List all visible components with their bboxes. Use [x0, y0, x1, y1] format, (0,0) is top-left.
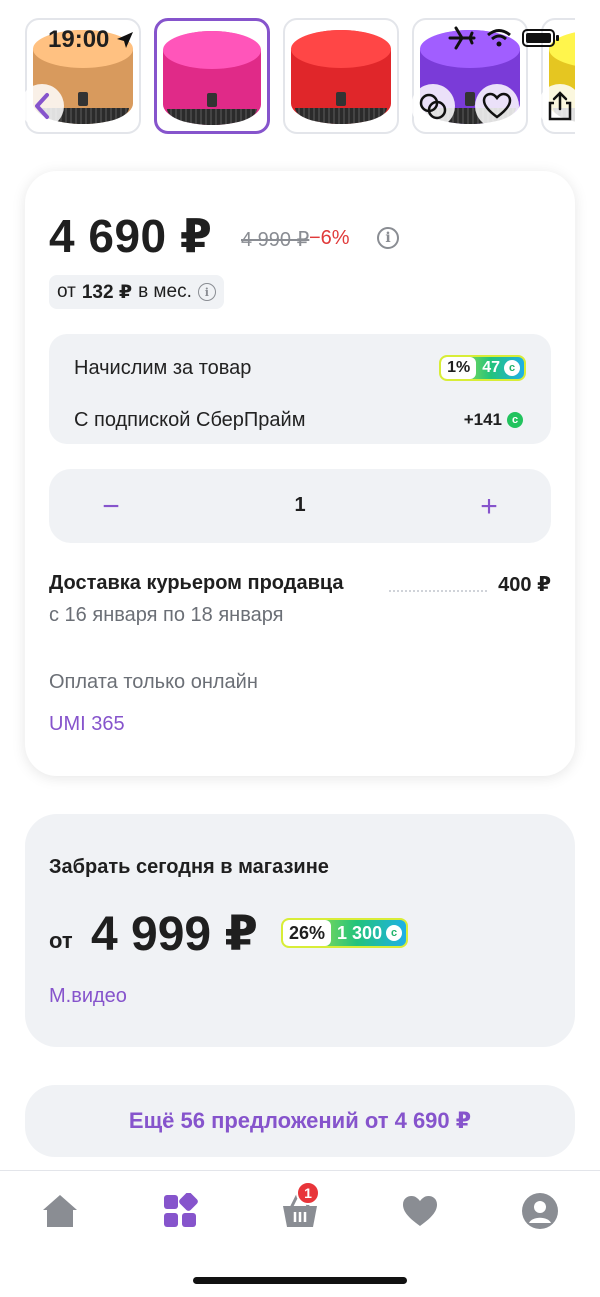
home-indicator [193, 1277, 407, 1284]
sber-coin-icon: c [386, 925, 403, 941]
tab-catalog[interactable] [158, 1189, 202, 1233]
heart-icon [403, 1196, 437, 1226]
status-time: 19:00 [48, 26, 135, 54]
store-price: 4 999 ₽ [91, 908, 258, 961]
price-info-icon[interactable]: i [377, 227, 399, 249]
current-price: 4 690 ₽ [49, 210, 213, 262]
bonus-accrual-label: Начислим за товар [74, 357, 252, 379]
speaker-image [291, 30, 391, 124]
bonus-value: 47 [482, 359, 500, 376]
tab-home[interactable] [38, 1189, 82, 1233]
installment-prefix: от [57, 281, 76, 302]
bonus-box: Начислим за товар 1% 47 c С подпиской Сбе… [49, 334, 551, 444]
airplane-icon [448, 26, 476, 50]
wifi-icon [487, 29, 511, 47]
quantity-increase-button[interactable]: + [467, 485, 511, 529]
chevron-left-icon [35, 93, 49, 119]
quantity-stepper: − 1 + [49, 469, 551, 543]
home-icon [43, 1195, 77, 1227]
subscription-label: С подпиской СберПрайм [74, 409, 306, 431]
sber-coin-icon: c [507, 412, 523, 428]
bonus-percent: 1% [441, 357, 477, 379]
discount-badge: −6% [309, 227, 350, 249]
tab-profile[interactable] [518, 1189, 562, 1233]
price-card: 4 690 ₽ 4 990 ₽ −6% i от 132 ₽ в мес. i … [25, 171, 575, 776]
cart-badge: 1 [296, 1181, 320, 1205]
favorite-button[interactable] [475, 84, 519, 128]
profile-icon [522, 1193, 558, 1229]
share-icon [548, 91, 572, 121]
delivery-price: 400 ₽ [498, 574, 551, 596]
store-bonus-value: 1 300 [337, 922, 383, 943]
thumbnail[interactable] [283, 18, 399, 134]
location-arrow-icon [117, 32, 134, 48]
status-time-text: 19:00 [48, 26, 110, 53]
delivery-dates: с 16 января по 18 января [49, 604, 284, 626]
catalog-icon [164, 1193, 198, 1227]
compare-icon [419, 93, 447, 120]
old-price: 4 990 ₽ [241, 229, 310, 251]
speaker-image [163, 31, 261, 125]
sber-coin-icon: c [504, 360, 520, 376]
store-pickup-card[interactable]: Забрать сегодня в магазине от 4 999 ₽ 26… [25, 814, 575, 1047]
heart-outline-icon [482, 92, 512, 119]
bonus-accrual-pill: 1% 47 c [439, 355, 526, 381]
installment-amount: 132 ₽ [81, 281, 133, 303]
tab-favorites[interactable] [398, 1189, 442, 1233]
compare-button[interactable] [411, 84, 455, 128]
back-button[interactable] [20, 84, 64, 128]
installment-chip[interactable]: от 132 ₽ в мес. i [49, 275, 224, 309]
delivery-title: Доставка курьером продавца [49, 572, 344, 594]
subscription-bonus: +141 c [464, 410, 523, 430]
payment-note: Оплата только онлайн [49, 671, 258, 693]
store-pickup-title: Забрать сегодня в магазине [49, 856, 329, 878]
store-name-link[interactable]: М.видео [49, 985, 127, 1008]
more-offers-button[interactable]: Ещё 56 предложений от 4 690 ₽ [25, 1085, 575, 1157]
store-bonus-percent: 26% [283, 920, 332, 946]
status-icons [448, 26, 560, 50]
seller-link[interactable]: UMI 365 [49, 713, 125, 736]
installment-info-icon: i [197, 283, 216, 301]
subscription-value: +141 [463, 410, 502, 429]
store-bonus-pill: 26% 1 300 c [281, 918, 409, 948]
battery-icon [522, 29, 559, 47]
store-price-prefix: от [49, 928, 73, 953]
share-button[interactable] [538, 84, 582, 128]
installment-suffix: в мес. [138, 281, 192, 302]
thumbnail-selected[interactable] [154, 18, 270, 134]
dotted-leader [389, 590, 487, 592]
